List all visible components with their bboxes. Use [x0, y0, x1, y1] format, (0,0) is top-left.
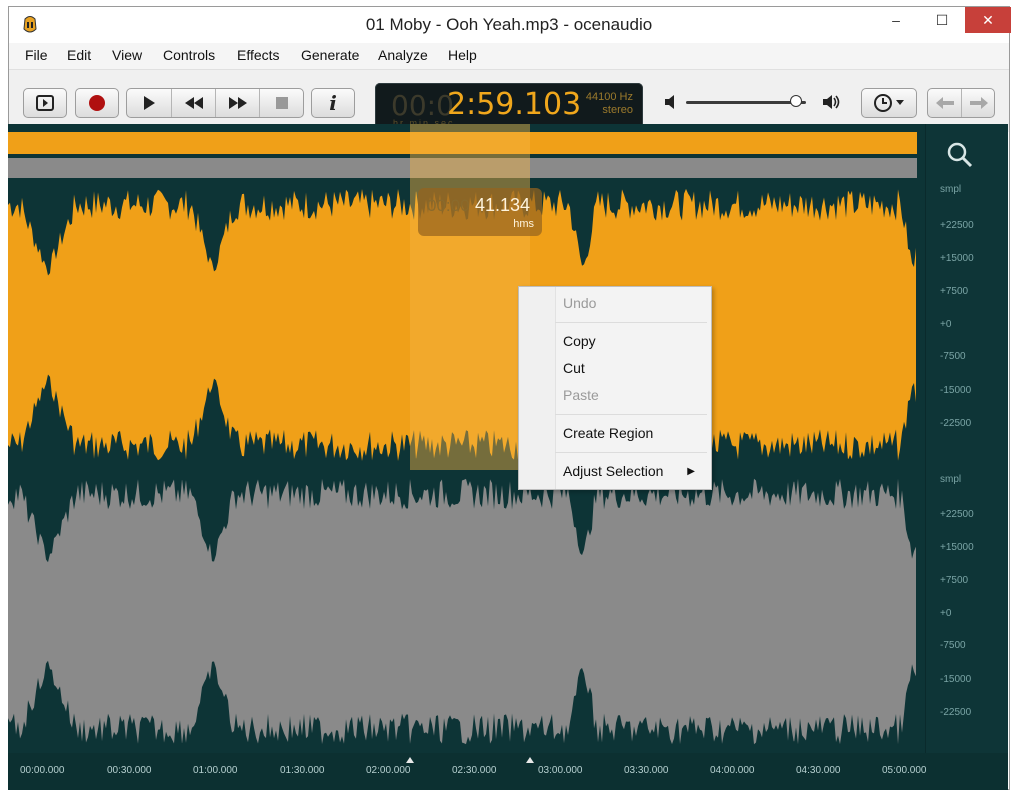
amplitude-label: smpl: [940, 184, 962, 195]
amplitude-ruler: smpl +22500 +15000 +7500 +0 -7500 -15000…: [925, 124, 1008, 753]
context-menu: Undo Copy Cut Paste Create Region Adjust…: [518, 286, 712, 490]
forward-button[interactable]: [962, 89, 994, 117]
timeline-ruler[interactable]: 00:00.000 00:30.000 01:00.000 01:30.000 …: [8, 753, 1008, 790]
menu-help[interactable]: Help: [448, 47, 477, 63]
menu-item-paste[interactable]: Paste: [563, 387, 599, 403]
waveform-channel: [8, 478, 916, 745]
amplitude-label: +22500: [940, 509, 974, 520]
menu-item-cut[interactable]: Cut: [563, 360, 585, 376]
menu-item-copy[interactable]: Copy: [563, 333, 596, 349]
transport-controls: [126, 88, 304, 118]
back-button[interactable]: [928, 89, 962, 117]
menu-separator: [555, 452, 707, 453]
stop-button[interactable]: [260, 89, 303, 117]
menu-item-adjust-selection[interactable]: Adjust Selection: [563, 463, 663, 479]
selection-markers[interactable]: [8, 753, 1008, 765]
menu-view[interactable]: View: [112, 47, 142, 63]
timeline-label: 03:00.000: [538, 765, 583, 776]
volume-low-icon: [665, 95, 674, 109]
info-button[interactable]: i: [311, 88, 355, 118]
play-button[interactable]: [127, 89, 172, 117]
selection-length-overlay: 00:00 41.134 hms: [418, 188, 542, 236]
menu-effects[interactable]: Effects: [237, 47, 280, 63]
amplitude-label: -7500: [940, 351, 966, 362]
amplitude-label: -22500: [940, 418, 972, 429]
menu-separator: [555, 322, 707, 323]
navigation-buttons: [927, 88, 995, 118]
timeline-label: 03:30.000: [624, 765, 669, 776]
rewind-button[interactable]: [172, 89, 216, 117]
menu-bar: File Edit View Controls Effects Generate…: [9, 43, 1009, 70]
volume-slider[interactable]: [686, 101, 806, 104]
window-title: 01 Moby - Ooh Yeah.mp3 - ocenaudio: [365, 15, 653, 34]
timeline-label: 04:30.000: [796, 765, 841, 776]
amplitude-label: smpl: [940, 474, 962, 485]
amplitude-label: +0: [940, 319, 952, 330]
time-display-value: 2:59.103: [447, 87, 582, 122]
timeline-label: 02:30.000: [452, 765, 497, 776]
play-icon: [144, 96, 155, 110]
selection-region[interactable]: [410, 124, 530, 470]
chevron-down-icon: [896, 100, 904, 105]
amplitude-label: -15000: [940, 385, 972, 396]
maximize-button[interactable]: ☐: [919, 7, 965, 33]
zoom-icon[interactable]: [946, 141, 974, 169]
record-button[interactable]: [75, 88, 119, 118]
amplitude-label: -22500: [940, 707, 972, 718]
menu-generate[interactable]: Generate: [301, 47, 359, 63]
timeline-label: 00:00.000: [20, 765, 65, 776]
amplitude-label: -15000: [940, 674, 972, 685]
menu-item-create-region[interactable]: Create Region: [563, 425, 653, 441]
selection-length-value: 41.134: [475, 195, 531, 215]
minimize-button[interactable]: ‒: [873, 7, 919, 33]
play-selection-icon: [36, 95, 54, 111]
play-selection-button[interactable]: [23, 88, 67, 118]
fast-forward-button[interactable]: [216, 89, 260, 117]
context-menu-gutter: [519, 287, 556, 489]
fast-forward-icon: [228, 97, 247, 109]
back-arrow-icon: [935, 97, 954, 109]
close-button[interactable]: ✕: [965, 7, 1011, 33]
close-icon: ✕: [982, 11, 994, 28]
timeline-label: 02:00.000: [366, 765, 411, 776]
rewind-icon: [184, 97, 203, 109]
timeline-label: 01:00.000: [193, 765, 238, 776]
title-bar: 01 Moby - Ooh Yeah.mp3 - ocenaudio ‒ ☐ ✕: [9, 7, 1011, 43]
sample-rate: 44100 Hz: [585, 91, 633, 103]
history-button[interactable]: [861, 88, 917, 118]
timeline-label: 01:30.000: [280, 765, 325, 776]
amplitude-label: +22500: [940, 220, 974, 231]
menu-file[interactable]: File: [25, 47, 48, 63]
timeline-label: 04:00.000: [710, 765, 755, 776]
stop-icon: [275, 97, 288, 109]
amplitude-label: +15000: [940, 253, 974, 264]
volume-control: [664, 92, 844, 112]
selection-length-dim: 00:00: [427, 196, 470, 215]
toolbar: i 00:0 2:59.103 44100 Hz stereo hr min s…: [9, 70, 1009, 132]
forward-arrow-icon: [970, 97, 988, 109]
volume-slider-knob[interactable]: [790, 95, 803, 107]
minimize-icon: ‒: [892, 12, 900, 28]
channel-mode: stereo: [602, 104, 633, 116]
menu-edit[interactable]: Edit: [67, 47, 91, 63]
menu-controls[interactable]: Controls: [163, 47, 215, 63]
amplitude-label: +7500: [940, 286, 969, 297]
menu-separator: [555, 414, 707, 415]
timeline-label: 05:00.000: [882, 765, 927, 776]
amplitude-label: -7500: [940, 640, 966, 651]
timeline-label: 00:30.000: [107, 765, 152, 776]
info-icon: i: [329, 91, 337, 115]
selection-length-unit: hms: [513, 218, 534, 230]
menu-analyze[interactable]: Analyze: [378, 47, 428, 63]
record-icon: [89, 95, 105, 111]
submenu-arrow-icon: ▶: [687, 466, 695, 477]
maximize-icon: ☐: [935, 11, 949, 28]
amplitude-label: +0: [940, 608, 952, 619]
menu-item-undo[interactable]: Undo: [563, 295, 596, 311]
volume-high-icon: [823, 95, 840, 109]
amplitude-label: +7500: [940, 575, 969, 586]
clock-icon: [874, 94, 892, 112]
amplitude-label: +15000: [940, 542, 974, 553]
